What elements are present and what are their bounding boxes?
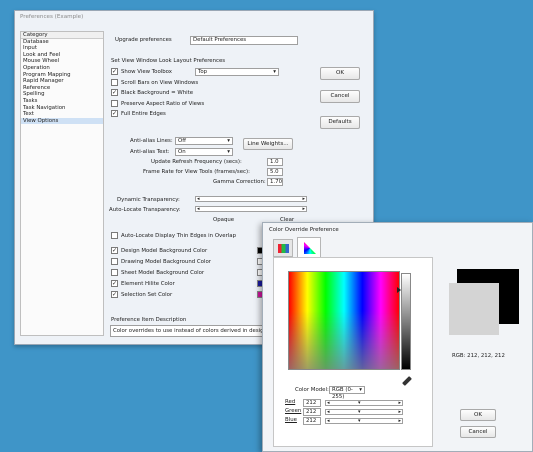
dynamic-transparency-slider[interactable]: ◂ ▸ <box>195 196 307 202</box>
color-model-label: Color Model: <box>295 387 329 393</box>
category-item[interactable]: Look and Feel <box>21 52 103 59</box>
frame-rate-field[interactable]: 5.0 <box>267 168 283 176</box>
color-preview-new <box>449 283 499 335</box>
color-override-checkbox[interactable]: ✓ <box>111 291 118 298</box>
channel-slider[interactable]: ◂ ▾ ▸ <box>325 409 403 415</box>
color-override-checkbox[interactable] <box>111 258 118 265</box>
gamma-label: Gamma Correction: <box>213 179 266 185</box>
autolocate-edges-label: Auto-Locate Display Thin Edges in Overla… <box>121 233 237 239</box>
prefs-for-field[interactable]: Default Preferences <box>190 36 298 45</box>
category-item[interactable]: Task Navigation <box>21 105 103 112</box>
channel-label: Blue <box>285 417 297 423</box>
channel-value-field[interactable]: 212 <box>303 399 321 407</box>
frame-rate-label: Frame Rate for View Tools (frames/sec): <box>143 169 250 175</box>
category-item[interactable]: Mouse Wheel <box>21 58 103 65</box>
color-ok-button[interactable]: OK <box>460 409 496 421</box>
color-override-label: Drawing Model Background Color <box>121 259 211 265</box>
color-wheel-icon <box>304 242 316 254</box>
autolocate-transparency-label: Auto-Locate Transparency: <box>109 207 181 213</box>
color-override-label: Design Model Background Color <box>121 248 208 254</box>
channel-label: Green <box>285 408 302 414</box>
color-override-checkbox[interactable] <box>111 269 118 276</box>
category-item[interactable]: Rapid Manager <box>21 78 103 85</box>
dynamic-transparency-label: Dynamic Transparency: <box>117 197 180 203</box>
channel-slider[interactable]: ◂ ▾ ▸ <box>325 418 403 424</box>
color-override-dialog: Color Override Preference Color Model: R… <box>262 222 533 452</box>
cancel-button[interactable]: Cancel <box>320 90 360 103</box>
color-spectrum[interactable] <box>288 271 400 370</box>
prefs-for-label: Upgrade preferences <box>115 37 172 43</box>
view-option-checkbox[interactable]: ✓ <box>111 89 118 96</box>
category-item[interactable]: Operation <box>21 65 103 72</box>
view-option-checkbox[interactable] <box>111 78 118 86</box>
line-weights-button[interactable]: Line Weights... <box>243 138 293 150</box>
channel-value-field[interactable]: 212 <box>303 408 321 416</box>
color-override-label: Sheet Model Background Color <box>121 270 205 276</box>
color-cancel-button[interactable]: Cancel <box>460 426 496 438</box>
section-title: Set View Window Look Layout Preferences <box>111 58 226 64</box>
channel-slider[interactable]: ◂ ▾ ▸ <box>325 400 403 406</box>
view-option-label: Black Background = White <box>121 90 194 96</box>
refresh-field[interactable]: 1.0 <box>267 158 283 166</box>
view-option-checkbox[interactable]: ✓ <box>111 110 118 117</box>
category-item[interactable]: Reference <box>21 85 103 92</box>
luminance-slider[interactable] <box>401 273 411 370</box>
color-override-checkbox[interactable]: ✓ <box>111 280 118 287</box>
gamma-field[interactable]: 1.70 <box>267 178 283 186</box>
tab-color-picker[interactable] <box>297 237 321 258</box>
category-item[interactable]: Tasks <box>21 98 103 105</box>
category-item[interactable]: Database <box>21 39 103 46</box>
color-override-checkbox[interactable]: ✓ <box>111 247 118 254</box>
autolocate-transparency-slider[interactable]: ◂ ▸ <box>195 206 307 212</box>
item-description-label: Preference Item Description <box>111 317 187 323</box>
category-item[interactable]: Program Mapping <box>21 72 103 79</box>
view-option-label: Preserve Aspect Ratio of Views <box>121 100 205 107</box>
color-override-label: Element Hilite Color <box>121 281 175 287</box>
channel-label: Red <box>285 399 296 405</box>
category-item[interactable]: View Options <box>21 117 103 125</box>
anti-alias-text-label: Anti-alias Text: <box>130 149 170 155</box>
defaults-button[interactable]: Defaults <box>320 116 360 129</box>
category-header: Category <box>21 32 103 39</box>
anti-alias-lines-select[interactable]: Off <box>175 137 233 145</box>
rgb-readout: RGB: 212, 212, 212 <box>452 353 505 359</box>
view-option-checkbox[interactable] <box>111 99 118 107</box>
window-title: Preferences (Example) <box>20 14 84 20</box>
category-item[interactable]: Spelling <box>21 91 103 98</box>
channel-value-field[interactable]: 212 <box>303 417 321 425</box>
color-override-label: Selection Set Color <box>121 292 173 298</box>
anti-alias-lines-label: Anti-alias Lines: <box>130 138 173 144</box>
swatches-icon <box>278 244 289 253</box>
ok-button[interactable]: OK <box>320 67 360 80</box>
opaque-label: Opaque <box>213 217 235 223</box>
refresh-label: Update Refresh Frequency (secs): <box>151 159 242 165</box>
view-option-checkbox[interactable]: ✓ <box>111 68 118 75</box>
category-list[interactable]: Category Database Input Look and Feel Mouse… <box>20 31 104 336</box>
autolocate-edges-checkbox[interactable] <box>111 232 118 239</box>
item-description-text: Color overrides to use instead of colors… <box>110 325 270 337</box>
toolbox-position-select[interactable]: Top <box>195 68 279 76</box>
category-item[interactable]: Input <box>21 45 103 52</box>
tab-color-swatches[interactable] <box>273 239 293 257</box>
color-dialog-title: Color Override Preference <box>269 227 339 233</box>
anti-alias-text-select[interactable]: On <box>175 148 233 156</box>
view-option-label: Scroll Bars on View Windows <box>121 79 199 86</box>
view-option-label: Full Entire Edges <box>121 111 166 117</box>
view-option-label: Show View Toolbox <box>121 69 172 75</box>
color-model-select[interactable]: RGB (0-255) <box>329 386 365 400</box>
category-item[interactable]: Text <box>21 111 103 118</box>
